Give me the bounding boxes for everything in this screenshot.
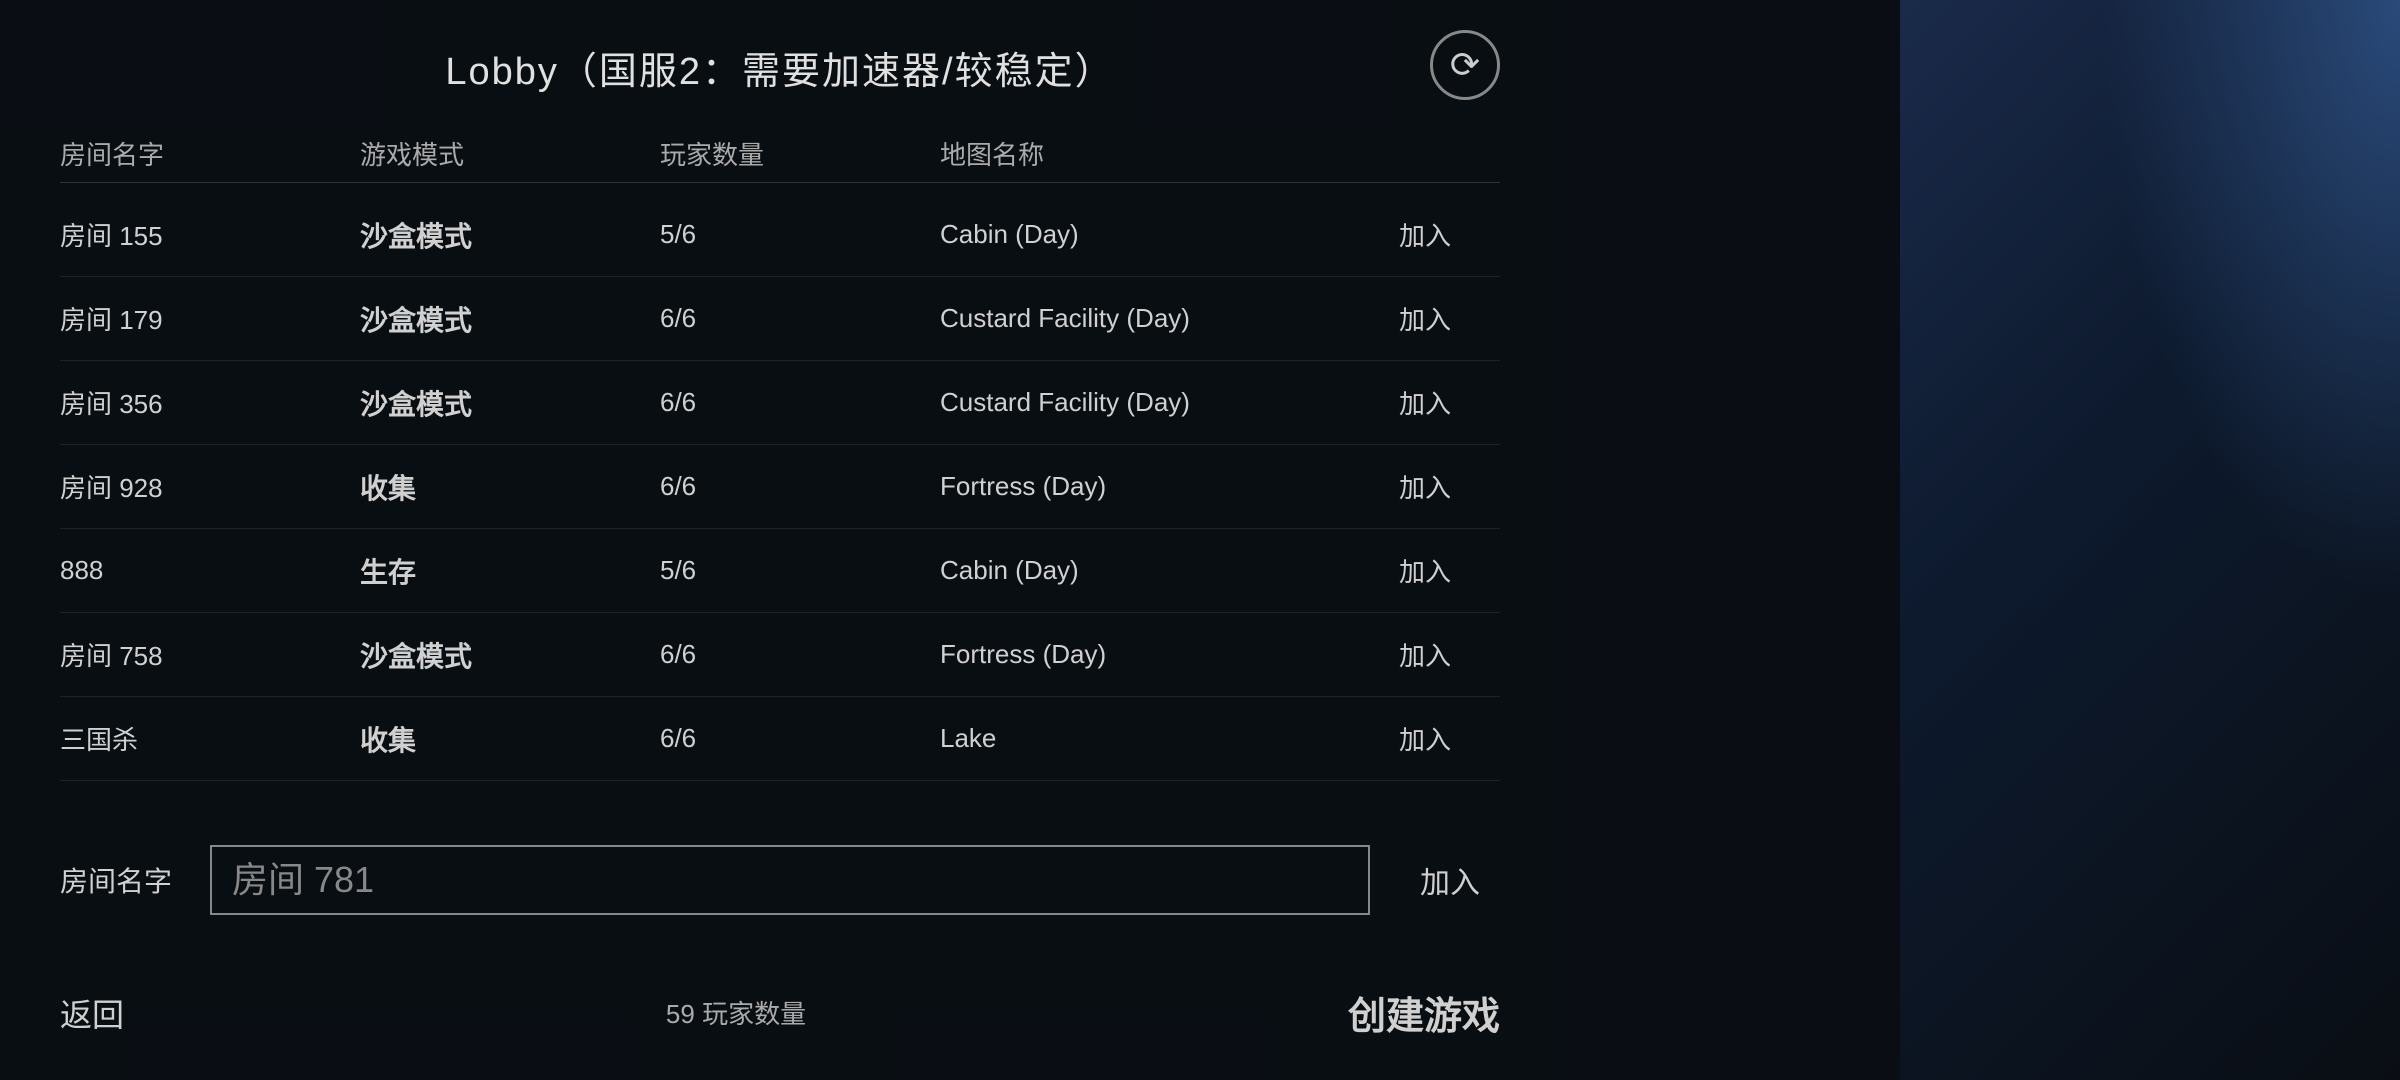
main-panel: Lobby（国服2：需要加速器/较稳定） ⟳ 房间名字 游戏模式 玩家数量 地图… — [0, 0, 1560, 1080]
cell-map-name: Cabin (Day) — [940, 219, 1350, 250]
table-row: 三国杀收集6/6Lake加入 — [60, 697, 1500, 781]
lobby-title: Lobby（国服2：需要加速器/较稳定） — [445, 51, 1114, 93]
cell-game-mode: 收集 — [360, 719, 660, 759]
table-row: 888生存5/6Cabin (Day)加入 — [60, 529, 1500, 613]
header: Lobby（国服2：需要加速器/较稳定） ⟳ — [60, 40, 1500, 95]
cell-player-count: 6/6 — [660, 471, 940, 502]
col-action — [1350, 135, 1500, 172]
cell-room-name: 三国杀 — [60, 720, 360, 757]
cell-player-count: 6/6 — [660, 723, 940, 754]
col-player-count: 玩家数量 — [660, 135, 940, 172]
room-name-input[interactable] — [210, 845, 1370, 915]
cell-player-count: 6/6 — [660, 303, 940, 334]
table-header: 房间名字 游戏模式 玩家数量 地图名称 — [60, 125, 1500, 183]
col-room-name: 房间名字 — [60, 135, 360, 172]
cell-room-name: 房间 356 — [60, 384, 360, 421]
direct-join-button[interactable]: 加入 — [1400, 853, 1500, 907]
table-row: 房间 356沙盒模式6/6Custard Facility (Day)加入 — [60, 361, 1500, 445]
cell-room-name: 房间 155 — [60, 216, 360, 253]
cell-map-name: Cabin (Day) — [940, 555, 1350, 586]
cell-room-name: 888 — [60, 555, 360, 586]
input-section: 房间名字 加入 — [60, 825, 1500, 935]
table-row: 房主放怪你们打（上沙盒模式6/6Main Land (Night)加入 — [60, 781, 1500, 795]
cell-game-mode: 沙盒模式 — [360, 215, 660, 255]
refresh-button[interactable]: ⟳ — [1430, 30, 1500, 100]
cell-map-name: Lake — [940, 723, 1350, 754]
footer: 返回 59 玩家数量 创建游戏 — [60, 965, 1500, 1040]
cell-map-name: Fortress (Day) — [940, 639, 1350, 670]
background-gradient2 — [2100, 0, 2400, 600]
join-button[interactable]: 加入 — [1350, 547, 1500, 594]
table-row: 房间 928收集6/6Fortress (Day)加入 — [60, 445, 1500, 529]
cell-player-count: 6/6 — [660, 639, 940, 670]
cell-map-name: Fortress (Day) — [940, 471, 1350, 502]
create-game-button[interactable]: 创建游戏 — [1348, 985, 1500, 1040]
refresh-icon: ⟳ — [1450, 44, 1480, 86]
cell-game-mode: 沙盒模式 — [360, 635, 660, 675]
cell-room-name: 房间 179 — [60, 300, 360, 337]
player-count-display: 59 玩家数量 — [666, 994, 806, 1031]
cell-player-count: 6/6 — [660, 387, 940, 418]
cell-map-name: Custard Facility (Day) — [940, 387, 1350, 418]
join-button[interactable]: 加入 — [1350, 463, 1500, 510]
cell-game-mode: 收集 — [360, 467, 660, 507]
input-label: 房间名字 — [60, 860, 180, 900]
cell-game-mode: 沙盒模式 — [360, 299, 660, 339]
col-map-name: 地图名称 — [940, 135, 1350, 172]
cell-player-count: 5/6 — [660, 555, 940, 586]
cell-map-name: Custard Facility (Day) — [940, 303, 1350, 334]
table-row: 房间 155沙盒模式5/6Cabin (Day)加入 — [60, 193, 1500, 277]
join-button[interactable]: 加入 — [1350, 295, 1500, 342]
cell-game-mode: 生存 — [360, 551, 660, 591]
room-list: 房间 155沙盒模式5/6Cabin (Day)加入房间 179沙盒模式6/6C… — [60, 193, 1500, 795]
cell-room-name: 房间 758 — [60, 636, 360, 673]
cell-player-count: 5/6 — [660, 219, 940, 250]
join-button[interactable]: 加入 — [1350, 211, 1500, 258]
table-row: 房间 758沙盒模式6/6Fortress (Day)加入 — [60, 613, 1500, 697]
join-button[interactable]: 加入 — [1350, 631, 1500, 678]
join-button[interactable]: 加入 — [1350, 379, 1500, 426]
join-button[interactable]: 加入 — [1350, 715, 1500, 762]
back-button[interactable]: 返回 — [60, 990, 124, 1036]
table-row: 房间 179沙盒模式6/6Custard Facility (Day)加入 — [60, 277, 1500, 361]
cell-game-mode: 沙盒模式 — [360, 383, 660, 423]
col-game-mode: 游戏模式 — [360, 135, 660, 172]
cell-room-name: 房间 928 — [60, 468, 360, 505]
